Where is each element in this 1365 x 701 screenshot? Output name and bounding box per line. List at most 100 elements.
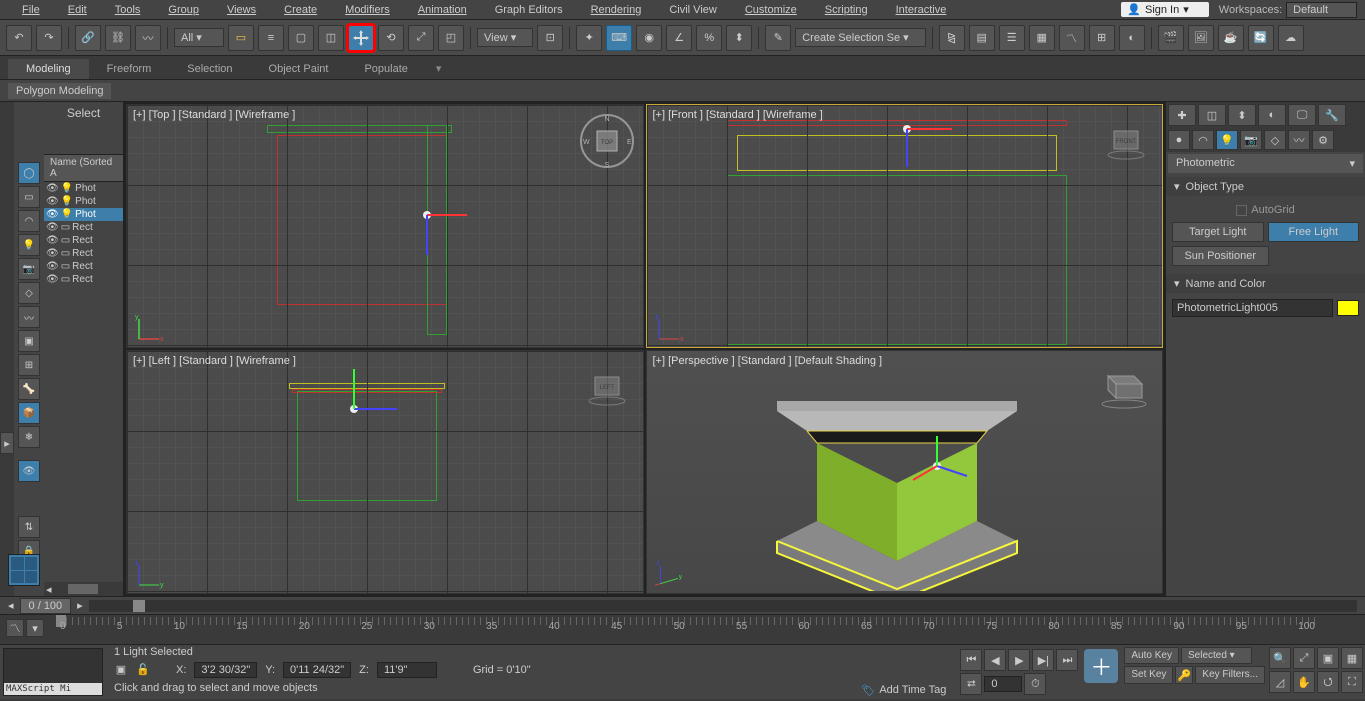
ribbon-tab-selection[interactable]: Selection bbox=[169, 59, 250, 79]
display-tab[interactable]: 🖵 bbox=[1288, 104, 1316, 126]
ribbon-tab-object-paint[interactable]: Object Paint bbox=[251, 59, 347, 79]
pan-button[interactable]: ✋ bbox=[1293, 671, 1315, 693]
time-slider-track[interactable] bbox=[89, 600, 1357, 612]
expand-left-panel[interactable]: ▸ bbox=[0, 432, 14, 454]
hierarchy-tab[interactable]: ⬍ bbox=[1228, 104, 1256, 126]
current-frame-input[interactable]: 0 bbox=[984, 676, 1022, 692]
motion-tab[interactable]: ◐ bbox=[1258, 104, 1286, 126]
select-and-move-button[interactable] bbox=[348, 25, 374, 51]
se-filter-geometry[interactable]: ▭ bbox=[18, 186, 40, 208]
se-filter-shapes[interactable]: ◠ bbox=[18, 210, 40, 232]
mini-curve-editor-button[interactable]: 〽 bbox=[6, 619, 24, 637]
ribbon-overflow-icon[interactable]: ▾ bbox=[426, 58, 452, 79]
toggle-ribbon-button[interactable]: ▦ bbox=[1029, 25, 1055, 51]
unlink-button[interactable]: ⛓ bbox=[105, 25, 131, 51]
create-tab[interactable]: ✚ bbox=[1168, 104, 1196, 126]
menu-group[interactable]: Group bbox=[154, 2, 213, 18]
se-filter-spacewarps[interactable]: 〰 bbox=[18, 306, 40, 328]
move-gizmo-icon[interactable] bbox=[897, 117, 967, 177]
se-filter-cameras[interactable]: 📷 bbox=[18, 258, 40, 280]
object-name-input[interactable] bbox=[1172, 299, 1333, 317]
time-slider-prev[interactable]: ◂ bbox=[8, 599, 14, 612]
angle-snap-toggle[interactable]: ∠ bbox=[666, 25, 692, 51]
menu-modifiers[interactable]: Modifiers bbox=[331, 2, 404, 18]
menu-edit[interactable]: Edit bbox=[54, 2, 101, 18]
ref-coord-dropdown[interactable]: View ▾ bbox=[477, 28, 533, 47]
free-light-button[interactable]: Free Light bbox=[1268, 222, 1360, 242]
x-coord-input[interactable]: 3'2 30/32" bbox=[194, 662, 257, 678]
list-item[interactable]: 👁▭Rect bbox=[44, 247, 123, 260]
snaps-toggle[interactable]: ◉ bbox=[636, 25, 662, 51]
spinner-snap-toggle[interactable]: ⬍ bbox=[726, 25, 752, 51]
scene-explorer-hscroll[interactable]: ◂ bbox=[44, 582, 123, 596]
set-key-big-button[interactable]: ＋ bbox=[1084, 649, 1118, 683]
viewport-label[interactable]: [+] [Front ] [Standard ] [Wireframe ] bbox=[653, 109, 823, 121]
rect-region-button[interactable]: ▢ bbox=[288, 25, 314, 51]
menu-tools[interactable]: Tools bbox=[101, 2, 155, 18]
key-filters-icon[interactable]: 🔑 bbox=[1175, 666, 1193, 684]
rendered-frame-button[interactable]: 🖼 bbox=[1188, 25, 1214, 51]
se-filter-helpers[interactable]: ◇ bbox=[18, 282, 40, 304]
selection-lock-icon[interactable]: 🔓 bbox=[136, 663, 150, 677]
select-and-place-button[interactable]: ◰ bbox=[438, 25, 464, 51]
sub-shapes[interactable]: ◠ bbox=[1192, 130, 1214, 150]
select-object-button[interactable]: ▭ bbox=[228, 25, 254, 51]
align-button[interactable]: ▤ bbox=[969, 25, 995, 51]
list-item[interactable]: 👁▭Rect bbox=[44, 234, 123, 247]
viewcube-icon[interactable]: LEFT bbox=[579, 359, 635, 415]
render-setup-button[interactable]: 🎬 bbox=[1158, 25, 1184, 51]
list-item[interactable]: 👁💡Phot bbox=[44, 208, 123, 221]
utilities-tab[interactable]: 🔧 bbox=[1318, 104, 1346, 126]
material-editor-button[interactable]: ◐ bbox=[1119, 25, 1145, 51]
menu-scripting[interactable]: Scripting bbox=[811, 2, 882, 18]
y-coord-input[interactable]: 0'11 24/32" bbox=[283, 662, 351, 678]
ribbon-tab-modeling[interactable]: Modeling bbox=[8, 59, 89, 79]
edit-named-sel-button[interactable]: ✎ bbox=[765, 25, 791, 51]
select-by-name-button[interactable]: ≡ bbox=[258, 25, 284, 51]
time-slider-next[interactable]: ▸ bbox=[77, 599, 83, 612]
viewport-label[interactable]: [+] [Perspective ] [Standard ] [Default … bbox=[653, 355, 883, 367]
zoom-extents-button[interactable]: ▣ bbox=[1317, 647, 1339, 669]
viewcube-icon[interactable] bbox=[1094, 359, 1154, 415]
menu-file[interactable]: File bbox=[8, 2, 54, 18]
menu-graph-editors[interactable]: Graph Editors bbox=[481, 2, 577, 18]
viewport-front[interactable]: [+] [Front ] [Standard ] [Wireframe ] FR… bbox=[646, 104, 1164, 348]
se-filter-groups[interactable]: ▣ bbox=[18, 330, 40, 352]
fov-button[interactable]: ◿ bbox=[1269, 671, 1291, 693]
sub-helpers[interactable]: ◇ bbox=[1264, 130, 1286, 150]
set-key-button[interactable]: Set Key bbox=[1124, 666, 1173, 684]
use-center-flyout[interactable]: ⊡ bbox=[537, 25, 563, 51]
curve-editor-button[interactable]: 〽 bbox=[1059, 25, 1085, 51]
time-config-button[interactable]: ⏱ bbox=[1024, 673, 1046, 695]
layer-explorer-button[interactable]: ☰ bbox=[999, 25, 1025, 51]
se-sync-selection[interactable]: ⇅ bbox=[18, 516, 40, 538]
selection-filter-dropdown[interactable]: All ▾ bbox=[174, 28, 224, 47]
viewport-top[interactable]: [+] [Top ] [Standard ] [Wireframe ] TOP … bbox=[126, 104, 644, 348]
zoom-extents-all-button[interactable]: ▦ bbox=[1341, 647, 1363, 669]
list-item[interactable]: 👁▭Rect bbox=[44, 221, 123, 234]
se-filter-bone[interactable]: 🦴 bbox=[18, 378, 40, 400]
key-filters-button[interactable]: Key Filters... bbox=[1195, 666, 1265, 684]
sub-spacewarps[interactable]: 〰 bbox=[1288, 130, 1310, 150]
ribbon-tab-freeform[interactable]: Freeform bbox=[89, 59, 170, 79]
ribbon-tab-populate[interactable]: Populate bbox=[346, 59, 425, 79]
play-button[interactable]: ▶ bbox=[1008, 649, 1030, 671]
menu-views[interactable]: Views bbox=[213, 2, 270, 18]
workspaces-dropdown[interactable]: Default bbox=[1286, 2, 1357, 18]
list-item[interactable]: 👁💡Phot bbox=[44, 195, 123, 208]
schematic-view-button[interactable]: ⊞ bbox=[1089, 25, 1115, 51]
se-filter-xrefs[interactable]: ⊞ bbox=[18, 354, 40, 376]
se-filter-lights[interactable]: 💡 bbox=[18, 234, 40, 256]
se-filter-all[interactable]: ◯ bbox=[18, 162, 40, 184]
list-item[interactable]: 👁💡Phot bbox=[44, 182, 123, 195]
isolate-selection-icon[interactable]: ▣ bbox=[114, 663, 128, 677]
sub-geometry[interactable]: ● bbox=[1168, 130, 1190, 150]
se-filter-containers[interactable]: 📦 bbox=[18, 402, 40, 424]
maximize-viewport-button[interactable]: ⛶ bbox=[1341, 671, 1363, 693]
timeline[interactable]: 〽 ▾ 051015202530354045505560657075808590… bbox=[0, 614, 1365, 644]
mirror-button[interactable]: ⧎ bbox=[939, 25, 965, 51]
rollout-object-type[interactable]: ▾ Object Type bbox=[1166, 177, 1365, 196]
target-light-button[interactable]: Target Light bbox=[1172, 222, 1264, 242]
menu-civil-view[interactable]: Civil View bbox=[655, 2, 730, 18]
percent-snap-toggle[interactable]: % bbox=[696, 25, 722, 51]
